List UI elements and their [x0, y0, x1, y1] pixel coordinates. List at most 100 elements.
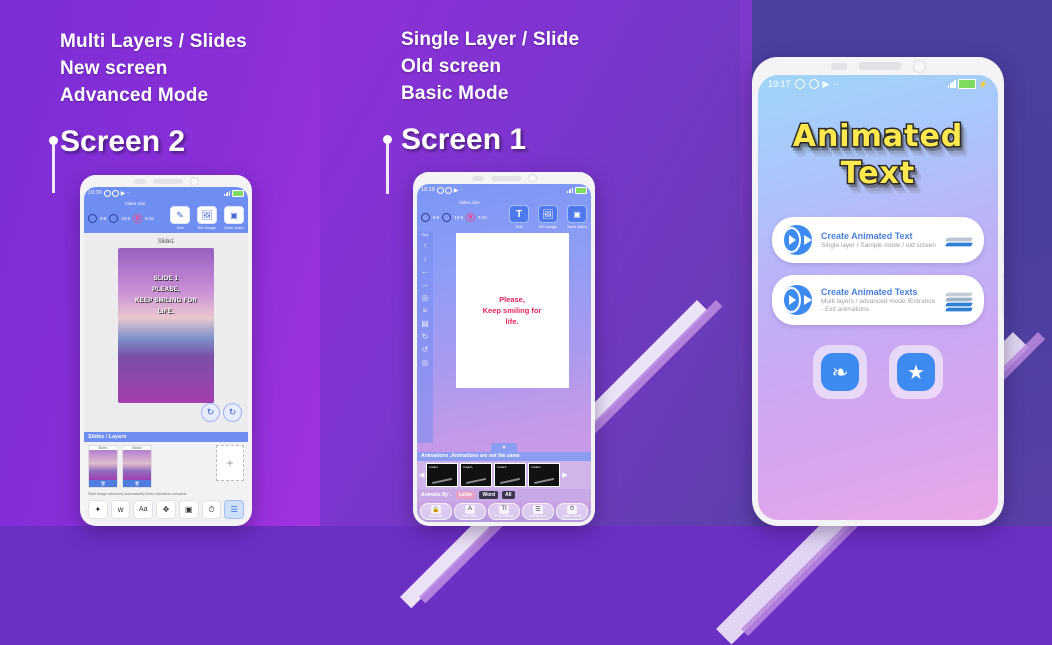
rate-button[interactable]: ★ [889, 345, 943, 399]
radio-9-16[interactable] [466, 212, 476, 222]
delete-slide-button[interactable]: 🗑 [123, 480, 151, 487]
heading-line: Single Layer / Slide [401, 29, 580, 50]
font-style-icon[interactable]: w [110, 500, 131, 519]
background-image-icon[interactable]: ▣ [178, 500, 199, 519]
single-layer-icon [944, 229, 974, 251]
slide-preview[interactable]: SLIDE 1 PLEASE, KEEP SMILING FOR LIFE. [118, 248, 214, 403]
magic-star-icon[interactable]: ✦ [88, 500, 108, 519]
star-icon: ★ [897, 353, 935, 391]
rotate-cw-icon[interactable]: ↻ [422, 332, 429, 341]
arrow-down-icon[interactable]: ↓ [423, 254, 427, 263]
font-A-icon: A [465, 504, 475, 514]
add-slide-button[interactable]: + [216, 445, 244, 481]
fit-icon[interactable]: ◎ [422, 358, 429, 367]
signal-icon [567, 187, 573, 193]
ratio-options[interactable]: 9:9 16:9 9:16 [421, 212, 487, 222]
radio-9-9[interactable] [88, 213, 97, 223]
slide-thumbnail[interactable]: Slide1 🗑 [88, 445, 118, 488]
card-subtitle: Multi layers / advanced mode /Entrance -… [821, 297, 936, 313]
create-animated-text-card[interactable]: Create Animated Text Single layer / Samp… [772, 217, 984, 263]
move-transform-icon[interactable]: ✥ [156, 500, 176, 519]
heading-line: New screen [60, 58, 168, 79]
font-style-button[interactable]: A Font Style [454, 502, 486, 520]
animation-cell[interactable]: Fade4- [528, 462, 561, 487]
animation-cell[interactable]: Fade3. [494, 462, 527, 487]
signal-icon [947, 80, 957, 88]
signal-icon [224, 190, 230, 196]
pattern-icon: ☰ [533, 504, 543, 514]
chevron-left-icon[interactable]: ◀ [419, 471, 424, 479]
save-video-button[interactable]: ▣ Save video [224, 206, 244, 230]
radio-16-9[interactable] [109, 213, 119, 223]
speaker-pill [133, 178, 146, 184]
layers-icon[interactable]: ☰ [224, 500, 245, 519]
text-tool-button[interactable]: ✎ Text [170, 206, 190, 230]
heading-line: Multi Layers / Slides [60, 31, 247, 52]
bg-image-button[interactable]: 🖼 BG Image [197, 206, 217, 230]
chevron-right-icon[interactable]: ▶ [562, 471, 567, 479]
share-icon: ❧ [821, 353, 859, 391]
animation-cell[interactable]: Fade1 [426, 462, 459, 487]
text-canvas-card[interactable]: Please, Keep smiling for life. [455, 233, 569, 388]
status-right [567, 186, 587, 194]
animation-cell-label: Fade2- [463, 464, 473, 469]
phone1-canvas[interactable]: Please, Keep smiling for life. [433, 231, 591, 443]
radio-16-9[interactable] [442, 212, 452, 222]
list-icon[interactable]: ≡ [423, 306, 428, 315]
slide-thumbnail[interactable]: Slide2 🗑 [122, 445, 152, 488]
animation-button[interactable]: 🔒 Animation [420, 502, 452, 520]
showcase-home: 19:17 ▶ ·· ⚡ Animated Text Create Animat… [758, 75, 998, 520]
arrow-right-icon[interactable]: → [421, 280, 429, 289]
canvas-text: Please, Keep smiling for life. [482, 295, 542, 326]
font-setting-button[interactable]: Tt Font Setting [488, 502, 520, 520]
share-button[interactable]: ❧ [813, 345, 867, 399]
text-side-toolbar: Text ↑ ↓ ← → ◎ ≡ ▤ ↻ ↺ ◎ [417, 231, 433, 443]
pulldown-area: ▾ [417, 442, 591, 452]
chevron-down-icon[interactable]: ▾ [491, 442, 517, 452]
preview-button[interactable]: ↻ [201, 403, 220, 422]
target-icon[interactable]: ◎ [422, 293, 429, 302]
showcase-cards: Create Animated Text Single layer / Samp… [758, 217, 998, 325]
animate-by-row: Animate By : Letter Word All [417, 488, 591, 501]
speed-delay-button[interactable]: ⏱ Speed / Delay [556, 502, 588, 520]
text-tool-button[interactable]: T Text [509, 205, 529, 229]
phone-showcase: 19:17 ▶ ·· ⚡ Animated Text Create Animat… [752, 57, 1004, 526]
refresh-button[interactable]: ↻ [223, 403, 242, 422]
rotate-ccw-icon[interactable]: ↺ [422, 345, 429, 354]
arrow-up-icon[interactable]: ↑ [423, 241, 427, 250]
animate-by-word[interactable]: Word [479, 490, 499, 499]
volume-up-button[interactable] [1002, 237, 1004, 265]
timer-icon[interactable]: ⏱ [201, 500, 222, 519]
animate-by-letter[interactable]: Letter [455, 490, 476, 499]
notification-icon [112, 189, 120, 197]
phone1-statusbar: 19:19 ▶ ·· [417, 184, 591, 196]
ratio-options[interactable]: 9:9 16:9 9:16 [88, 213, 154, 223]
save-video-label: Save video [224, 225, 244, 230]
arrow-left-icon[interactable]: ← [421, 267, 429, 276]
phone2-toolbar: Video size 9:9 16:9 9:16 ✎ Text 🖼 BG Ima… [84, 199, 248, 233]
save-video-button[interactable]: ▣ Save video [567, 205, 587, 229]
background-button[interactable]: ☰ Background [522, 502, 554, 520]
status-icons: ▶ ·· [436, 186, 464, 194]
delete-slide-button[interactable]: 🗑 [89, 480, 117, 487]
play-icon: ▶ [822, 78, 830, 89]
animate-by-all[interactable]: All [502, 490, 515, 499]
create-animated-texts-card[interactable]: Create Animated Texts Multi layers / adv… [772, 275, 984, 325]
animation-cell[interactable]: Fade2- [460, 462, 493, 487]
text-tool-label: Text [515, 224, 523, 229]
ratio-label: 16:9 [121, 215, 131, 221]
align-icon[interactable]: ▤ [421, 319, 429, 328]
radio-9-16[interactable] [133, 213, 143, 223]
text-size-icon[interactable]: Aa [133, 500, 154, 519]
phone3-notch [752, 57, 1004, 75]
play-circle-icon [782, 285, 812, 315]
radio-9-9[interactable] [421, 212, 430, 222]
phone2-statusbar: 19:30 ▶ ·· [84, 187, 248, 199]
animation-cell-label: Fade4- [531, 464, 541, 469]
showcase-round-buttons: ❧ ★ [758, 345, 998, 399]
animations-header: Animations :Animations are not the same [417, 451, 591, 461]
card-subtitle: Single layer / Sample mode / old screen [821, 241, 936, 249]
volume-down-button[interactable] [1002, 273, 1004, 319]
save-video-icon: ▣ [224, 206, 244, 224]
bg-image-button[interactable]: 🖼 BG Image [538, 205, 558, 229]
